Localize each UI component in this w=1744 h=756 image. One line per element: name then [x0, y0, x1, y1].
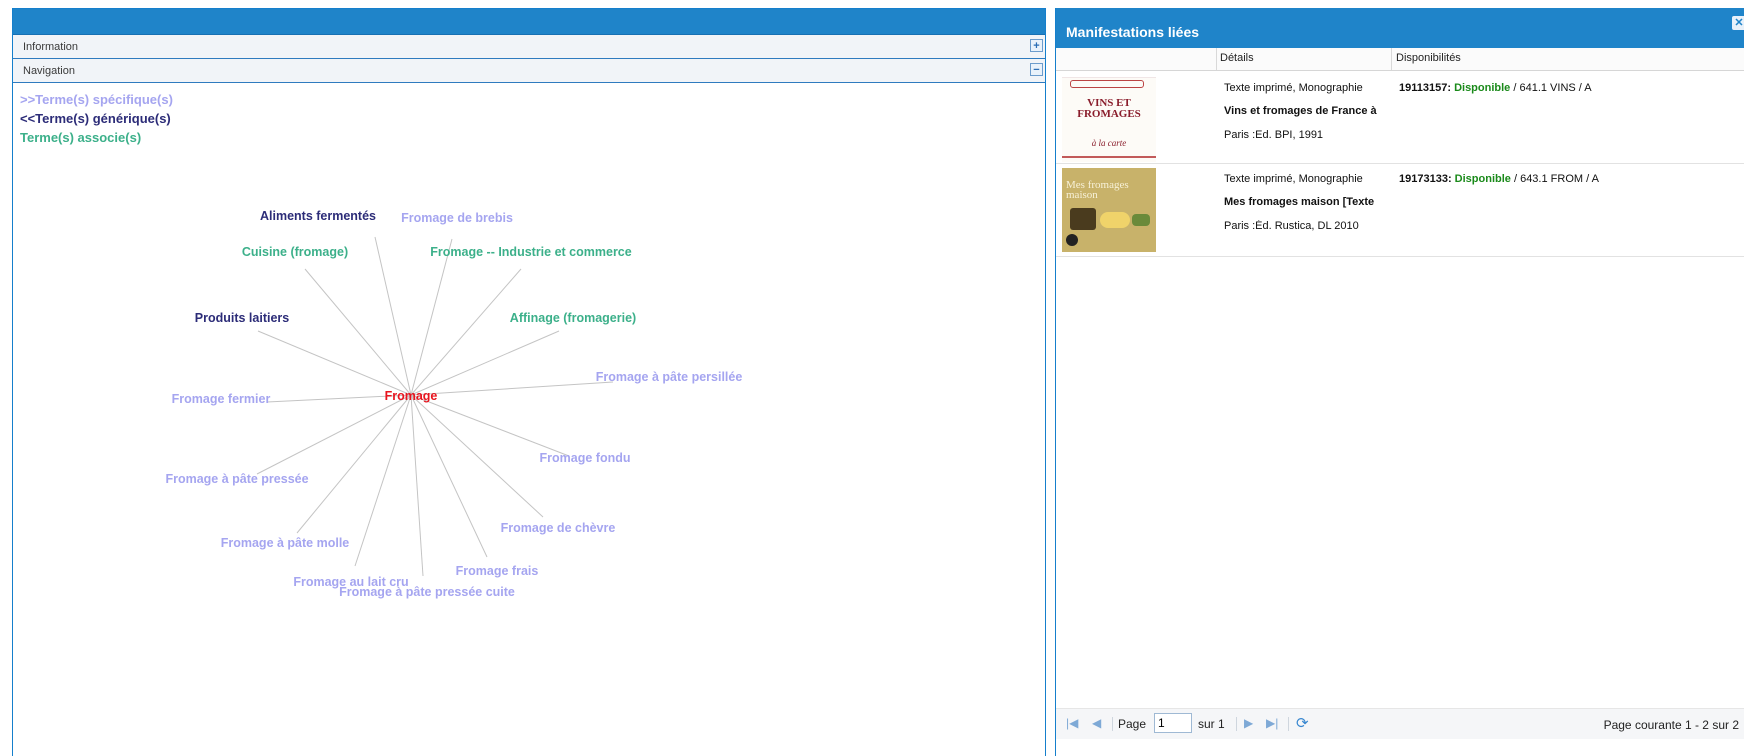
term-graph: Aliments fermentés Fromage de brebis Cuisi… [165, 209, 743, 599]
shelf-mark: / 643.1 FROM / A [1510, 173, 1599, 185]
last-page-icon[interactable]: ▶| [1266, 716, 1278, 730]
graph-node-specific[interactable]: Fromage à pâte pressée cuite [339, 585, 515, 599]
graph-node-associated[interactable]: Cuisine (fromage) [242, 245, 348, 259]
graph-node-specific[interactable]: Fromage à pâte persillée [596, 370, 743, 384]
status-badge: Disponible [1454, 82, 1511, 94]
graph-edge [374, 236, 412, 396]
page-total-label: sur 1 [1198, 717, 1225, 731]
availability-cell: 19173133: Disponible / 643.1 FROM / A [1399, 173, 1599, 185]
graph-node-specific[interactable]: Fromage de brebis [401, 211, 513, 225]
panel-title: Manifestations liées [1066, 24, 1200, 40]
graph-edge [257, 330, 412, 396]
column-availability[interactable]: Disponibilités [1396, 52, 1461, 64]
status-badge: Disponible [1454, 173, 1511, 185]
graph-edge [296, 394, 412, 534]
graph-center-node[interactable]: Fromage [385, 389, 438, 403]
availability-cell: 19113157: Disponible / 641.1 VINS / A [1399, 82, 1592, 94]
pagination-toolbar: |◀ ◀ Page sur 1 ▶ ▶| ⟳ Page courante 1 -… [1056, 708, 1744, 739]
graph-node-associated[interactable]: Affinage (fromagerie) [510, 311, 636, 325]
graph-edge [410, 394, 570, 457]
pager-status: Page courante 1 - 2 sur 2 [1603, 718, 1739, 732]
cover-title-line: maison [1066, 189, 1098, 201]
graph-edge [354, 394, 412, 567]
graph-node-specific[interactable]: Fromage fondu [540, 451, 631, 465]
refresh-icon[interactable]: ⟳ [1296, 714, 1309, 732]
cover-subtitle: à la carte [1091, 138, 1127, 148]
page-number-input[interactable] [1154, 713, 1192, 733]
item-code: 19113157: [1399, 82, 1451, 94]
first-page-icon[interactable]: |◀ [1066, 716, 1078, 730]
cover-title-line: FROMAGES [1077, 108, 1141, 120]
doc-title[interactable]: Vins et fromages de France à [1224, 105, 1389, 117]
graph-edge [410, 394, 424, 577]
doc-title[interactable]: Mes fromages maison [Texte [1224, 196, 1389, 208]
graph-edge [256, 394, 412, 475]
thesaurus-panel: Information + Navigation − >>Terme(s) sp… [12, 8, 1046, 756]
panel-title-bar: Manifestations liées ✕ [1056, 8, 1744, 48]
graph-edge [410, 394, 544, 518]
previous-page-icon[interactable]: ◀ [1092, 716, 1101, 730]
book-cover-image[interactable]: Mes fromages maison [1062, 168, 1156, 252]
graph-node-associated[interactable]: Fromage -- Industrie et commerce [430, 245, 631, 259]
graph-node-specific[interactable]: Fromage fermier [172, 392, 271, 406]
graph-node-generic[interactable]: Aliments fermentés [260, 209, 376, 223]
graph-edge [410, 330, 560, 396]
item-code: 19173133: [1399, 173, 1452, 185]
graph-node-specific[interactable]: Fromage frais [456, 564, 539, 578]
book-cover-image[interactable]: VINS ET FROMAGES à la carte [1062, 77, 1156, 162]
doc-type: Texte imprimé, Monographie [1224, 173, 1363, 185]
graph-node-generic[interactable]: Produits laitiers [195, 311, 290, 325]
doc-publisher: Paris :Éd. Rustica, DL 2010 [1224, 220, 1359, 232]
doc-publisher: Paris :Ed. BPI, 1991 [1224, 129, 1324, 141]
graph-edge [410, 394, 488, 558]
table-row[interactable]: Mes fromages maison Texte imprimé, Monog… [1056, 164, 1744, 257]
close-icon[interactable]: ✕ [1732, 16, 1744, 30]
graph-edge [304, 268, 412, 396]
graph-node-specific[interactable]: Fromage à pâte pressée [165, 472, 308, 486]
column-header: Détails Disponibilités [1056, 48, 1744, 71]
graph-edge [410, 381, 614, 396]
linked-manifestations-panel: Manifestations liées ✕ Détails Disponibi… [1055, 8, 1744, 756]
page-label: Page [1118, 717, 1147, 731]
shelf-mark: / 641.1 VINS / A [1510, 82, 1592, 94]
doc-type: Texte imprimé, Monographie [1224, 82, 1363, 94]
graph-node-specific[interactable]: Fromage à pâte molle [221, 536, 350, 550]
graph-node-specific[interactable]: Fromage de chèvre [501, 521, 616, 535]
column-details[interactable]: Détails [1220, 52, 1254, 64]
table-row[interactable]: VINS ET FROMAGES à la carte Texte imprim… [1056, 71, 1744, 164]
next-page-icon[interactable]: ▶ [1244, 716, 1253, 730]
